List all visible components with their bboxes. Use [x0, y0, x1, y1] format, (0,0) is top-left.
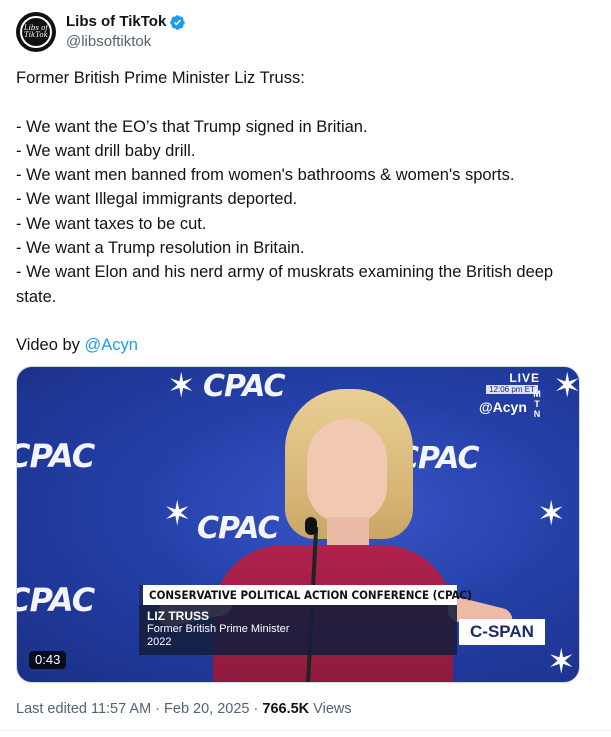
- video-duration-badge: 0:43: [29, 651, 67, 669]
- cpac-logo: CPAC: [203, 369, 286, 404]
- tweet-line: - We want men banned from women's bathro…: [16, 166, 515, 185]
- star-icon: ✶: [163, 495, 192, 533]
- star-icon: ✶: [167, 367, 196, 405]
- network-logo: C-SPAN: [459, 619, 545, 645]
- live-label: LIVE: [509, 371, 540, 385]
- tweet-line: - We want drill baby drill.: [16, 141, 196, 160]
- event-title: CONSERVATIVE POLITICAL ACTION CONFERENCE…: [139, 585, 472, 605]
- avatar-logo-text: Libs of TikTok: [24, 24, 48, 39]
- tweet-line: - We want taxes to be cut.: [16, 214, 207, 233]
- event-year: 2022: [147, 636, 172, 648]
- edited-timestamp[interactable]: Last edited 11:57 AM · Feb 20, 2025 ·: [16, 701, 262, 717]
- mtn-letter: T: [534, 399, 540, 409]
- cpac-logo: CPAC: [197, 511, 280, 546]
- cpac-logo: CPAC: [17, 437, 95, 475]
- divider: [0, 730, 611, 731]
- views-label: Views: [309, 701, 352, 717]
- tweet-header: Libs of TikTok Libs of TikTok @libsoftik…: [16, 12, 186, 52]
- watermark-handle: @Acyn: [479, 399, 527, 415]
- tweet-line: - We want a Trump resolution in Britain.: [16, 239, 305, 258]
- speaker-name: LIZ TRUSS: [147, 609, 209, 623]
- microphone-icon: [305, 517, 317, 535]
- lower-third-body: LIZ TRUSS Former British Prime Minister …: [139, 605, 457, 655]
- avatar[interactable]: Libs of TikTok: [16, 12, 56, 52]
- speaker-role: Former British Prime Minister: [147, 623, 290, 635]
- display-name-row: Libs of TikTok: [66, 12, 186, 32]
- verified-badge-icon[interactable]: [169, 14, 186, 31]
- video-credit-prefix: Video by: [16, 336, 85, 355]
- cpac-logo: CPAC: [17, 581, 95, 619]
- tweet-text: Former British Prime Minister Liz Truss:…: [16, 66, 586, 358]
- tweet-meta: Last edited 11:57 AM · Feb 20, 2025 · 76…: [16, 701, 352, 717]
- lower-third: CONSERVATIVE POLITICAL ACTION CONFERENCE…: [139, 585, 472, 655]
- mtn-letter: N: [533, 409, 541, 419]
- video-credit: Video by @Acyn: [16, 333, 586, 357]
- author-handle[interactable]: @libsoftiktok: [66, 32, 186, 52]
- views-count: 766.5K: [262, 701, 310, 717]
- tweet-line: - We want Elon and his nerd army of musk…: [16, 263, 554, 306]
- star-icon: ✶: [537, 495, 566, 533]
- mtn-letter: M: [533, 389, 541, 399]
- mtn-logo: M T N: [531, 389, 543, 419]
- star-icon: ✶: [547, 643, 576, 681]
- mention-link[interactable]: @Acyn: [85, 336, 138, 354]
- tweet-line: Former British Prime Minister Liz Truss:: [16, 69, 305, 87]
- tweet-line: - We want Illegal immigrants deported.: [16, 190, 298, 209]
- video-player[interactable]: CPAC ✶ CPAC CPAC ✶ CPAC ✶ CPAC ✶ ✶ ✶ LIV…: [16, 366, 580, 683]
- author-names: Libs of TikTok @libsoftiktok: [66, 12, 186, 52]
- tweet-line: - We want the EO’s that Trump signed in …: [16, 117, 368, 136]
- speaker-face: [307, 419, 387, 523]
- star-icon: ✶: [553, 367, 580, 405]
- display-name[interactable]: Libs of TikTok: [66, 12, 166, 32]
